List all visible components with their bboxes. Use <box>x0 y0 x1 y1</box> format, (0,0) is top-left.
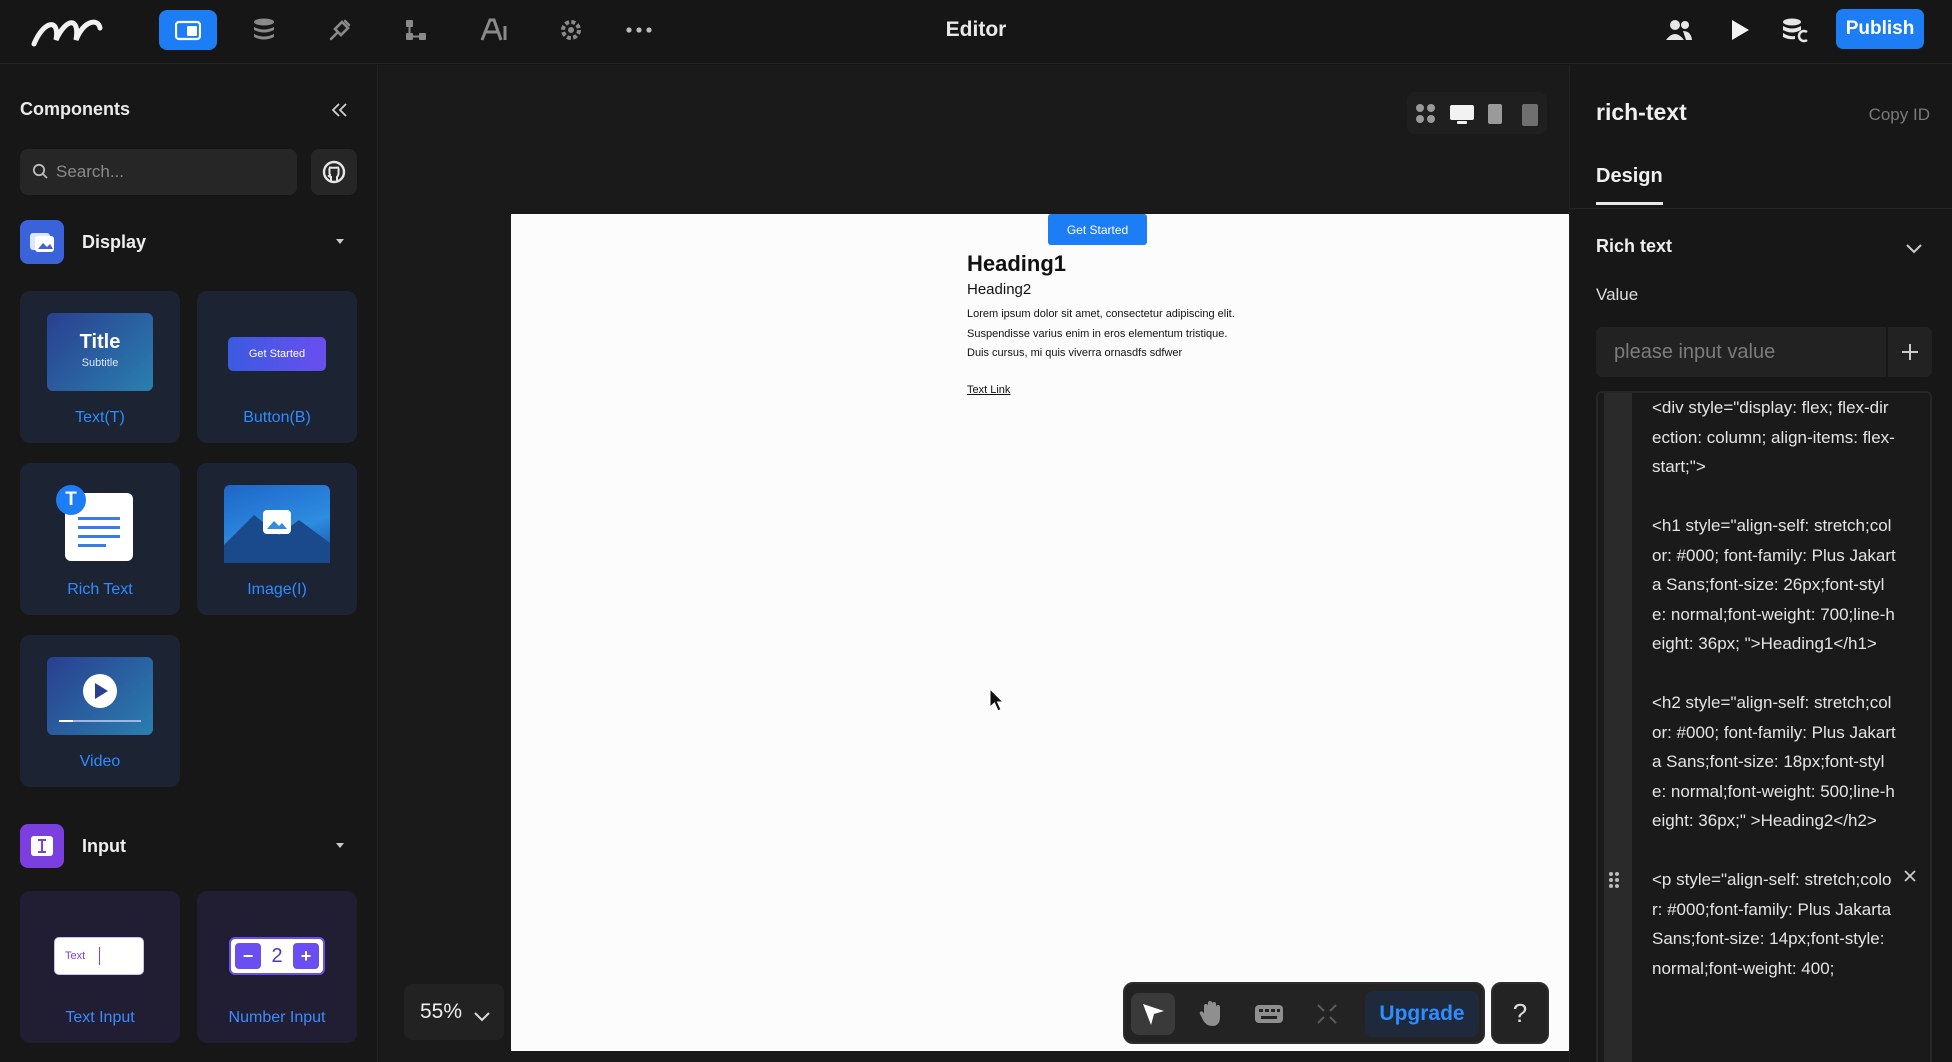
hand-tool-icon[interactable] <box>1189 993 1233 1035</box>
help-button[interactable]: ? <box>1491 982 1549 1044</box>
play-icon[interactable] <box>1711 10 1769 50</box>
caret-down-icon <box>336 843 344 848</box>
upgrade-button[interactable]: Upgrade <box>1365 991 1479 1037</box>
plus-icon <box>1902 344 1918 360</box>
richtext-badge: T <box>56 485 86 515</box>
video-thumbnail <box>47 657 153 735</box>
thumb-number: 2 <box>271 945 283 967</box>
textinput-thumbnail: Text <box>54 937 144 975</box>
section-label: Input <box>82 835 126 856</box>
text-thumbnail: Title Subtitle <box>47 313 153 391</box>
zoom-select[interactable]: 55% <box>404 984 504 1040</box>
app-logo-icon[interactable] <box>30 10 106 50</box>
collapse-panel-icon[interactable] <box>324 95 354 125</box>
component-label: Rich Text <box>67 581 133 598</box>
close-icon[interactable] <box>1903 869 1917 888</box>
component-id-title: rich-text <box>1596 99 1687 125</box>
rich-text-section-title[interactable]: Rich text <box>1596 236 1672 257</box>
canvas-toolbar: Upgrade <box>1123 982 1485 1044</box>
section-label: Display <box>82 231 147 252</box>
plugin-icon[interactable] <box>311 10 369 50</box>
mobile-view-icon[interactable] <box>1521 103 1539 132</box>
component-label: Text(T) <box>75 409 125 426</box>
database-icon[interactable] <box>235 10 293 50</box>
github-button[interactable] <box>311 149 357 195</box>
get-started-button[interactable]: Get Started <box>1048 214 1147 245</box>
add-value-button[interactable] <box>1888 327 1932 377</box>
keyboard-icon[interactable] <box>1247 993 1291 1035</box>
section-display[interactable]: Display <box>20 219 360 265</box>
component-image[interactable]: Image(I) <box>197 463 357 615</box>
flow-icon[interactable] <box>387 10 445 50</box>
users-icon[interactable] <box>1650 10 1708 50</box>
display-section-icon <box>20 220 64 264</box>
text-link[interactable]: Text Link <box>967 384 1010 396</box>
value-input[interactable] <box>1596 327 1886 377</box>
component-video[interactable]: Video <box>20 635 180 787</box>
thumb-text: Text <box>65 950 86 962</box>
thumb-subtitle: Subtitle <box>81 357 119 369</box>
top-bar: Editor Publish <box>0 0 1952 64</box>
component-rich-text[interactable]: T Rich Text <box>20 463 180 615</box>
copy-id-button[interactable]: Copy ID <box>1869 105 1930 125</box>
chevron-down-icon[interactable] <box>1906 241 1922 259</box>
cloud-publish-icon[interactable] <box>1766 10 1824 50</box>
tab-design[interactable]: Design <box>1596 165 1663 205</box>
properties-panel: rich-text Copy ID Design Rich text Value… <box>1569 65 1952 1062</box>
ai-icon[interactable] <box>465 10 523 50</box>
github-icon <box>322 160 346 184</box>
search-box <box>20 149 297 195</box>
search-icon <box>32 163 48 184</box>
button-thumbnail: Get Started <box>228 337 326 371</box>
component-number-input[interactable]: − 2 + Number Input <box>197 891 357 1043</box>
number-thumbnail: − 2 + <box>229 937 325 975</box>
value-label: Value <box>1596 285 1639 304</box>
input-section-icon <box>20 824 64 868</box>
search-input[interactable] <box>56 149 286 195</box>
canvas-area[interactable]: Get Started Heading1 Heading2 Lorem ipsu… <box>379 65 1569 1062</box>
component-button[interactable]: Get Started Button(B) <box>197 291 357 443</box>
components-panel: Components Display Title Subtitle Text(T… <box>0 65 378 1062</box>
more-icon[interactable] <box>610 10 668 50</box>
heading2[interactable]: Heading2 <box>967 281 1031 298</box>
component-label: Text Input <box>65 1009 135 1026</box>
caret-down-icon <box>336 239 344 244</box>
grid-view-icon[interactable] <box>1415 103 1437 130</box>
pages-icon[interactable] <box>159 10 217 50</box>
thumb-title: Title <box>79 331 121 353</box>
mouse-cursor-icon <box>989 687 1005 717</box>
select-tool-icon[interactable] <box>1131 993 1175 1035</box>
zoom-value: 55% <box>420 1000 463 1023</box>
code-editor[interactable]: <div style="display: flex; flex-directio… <box>1596 391 1932 1062</box>
component-text-input[interactable]: Text Text Input <box>20 891 180 1043</box>
settings-icon[interactable] <box>542 10 600 50</box>
tablet-view-icon[interactable] <box>1487 103 1503 130</box>
code-text[interactable]: <div style="display: flex; flex-directio… <box>1652 393 1898 983</box>
publish-button[interactable]: Publish <box>1836 9 1924 49</box>
fit-screen-icon[interactable] <box>1305 993 1349 1035</box>
image-thumbnail <box>224 485 330 563</box>
paragraph-text[interactable]: Lorem ipsum dolor sit amet, consectetur … <box>967 305 1242 364</box>
drag-handle-icon[interactable] <box>1608 871 1620 894</box>
code-gutter <box>1604 393 1632 1062</box>
component-label: Image(I) <box>247 581 307 598</box>
page-canvas[interactable]: Get Started Heading1 Heading2 Lorem ipsu… <box>511 214 1569 1051</box>
heading1[interactable]: Heading1 <box>967 251 1066 277</box>
tab-divider <box>1570 208 1952 209</box>
component-label: Number Input <box>228 1009 326 1026</box>
desktop-view-icon[interactable] <box>1449 103 1475 130</box>
panel-title: Components <box>20 99 130 119</box>
component-label: Button(B) <box>243 409 311 426</box>
component-label: Video <box>79 753 121 770</box>
section-input[interactable]: Input <box>20 823 360 869</box>
device-switcher <box>1407 92 1547 134</box>
chevron-down-icon <box>474 1004 490 1028</box>
component-text[interactable]: Title Subtitle Text(T) <box>20 291 180 443</box>
